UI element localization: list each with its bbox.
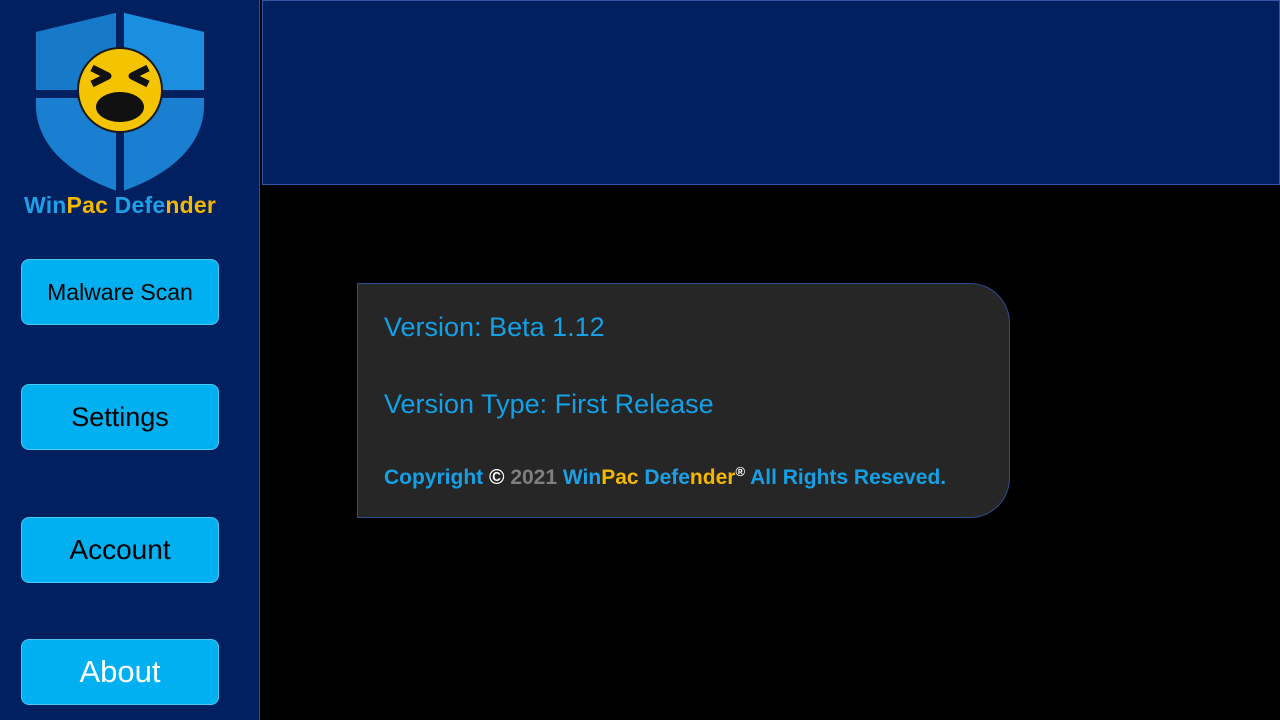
copyright-prefix: Copyright bbox=[384, 466, 489, 489]
copyright-suffix: All Rights Reseved. bbox=[745, 466, 947, 489]
account-button[interactable]: Account bbox=[21, 517, 219, 583]
copyright-brand-win: Win bbox=[562, 466, 602, 489]
malware-scan-button[interactable]: Malware Scan bbox=[21, 259, 219, 325]
brand-part-nder: nder bbox=[165, 192, 216, 218]
header-banner bbox=[262, 0, 1280, 185]
shield-face-logo-icon bbox=[36, 12, 204, 192]
copyright-year: 2021 bbox=[504, 466, 563, 489]
brand-part-win: Win bbox=[24, 192, 67, 218]
copyright-brand-nder: nder bbox=[689, 466, 736, 489]
brand-name: WinPac Defender bbox=[0, 192, 240, 219]
version-type-text: Version Type: First Release bbox=[384, 389, 714, 419]
version-text: Version: Beta 1.12 bbox=[384, 312, 605, 342]
copyright-text: Copyright © 2021 WinPac Defender® All Ri… bbox=[384, 464, 946, 490]
about-info-card: Version: Beta 1.12 Version Type: First R… bbox=[357, 283, 1010, 518]
copyright-brand-defe: Defe bbox=[638, 466, 690, 489]
brand-part-defe: Defe bbox=[108, 192, 166, 218]
copyright-brand-pac: Pac bbox=[601, 466, 639, 489]
copyright-symbol: © bbox=[489, 466, 505, 489]
sidebar: WinPac Defender Malware Scan Settings Ac… bbox=[0, 0, 260, 720]
about-button[interactable]: About bbox=[21, 639, 219, 705]
settings-button[interactable]: Settings bbox=[21, 384, 219, 450]
brand-part-pac: Pac bbox=[66, 192, 109, 218]
registered-mark: ® bbox=[735, 464, 746, 479]
